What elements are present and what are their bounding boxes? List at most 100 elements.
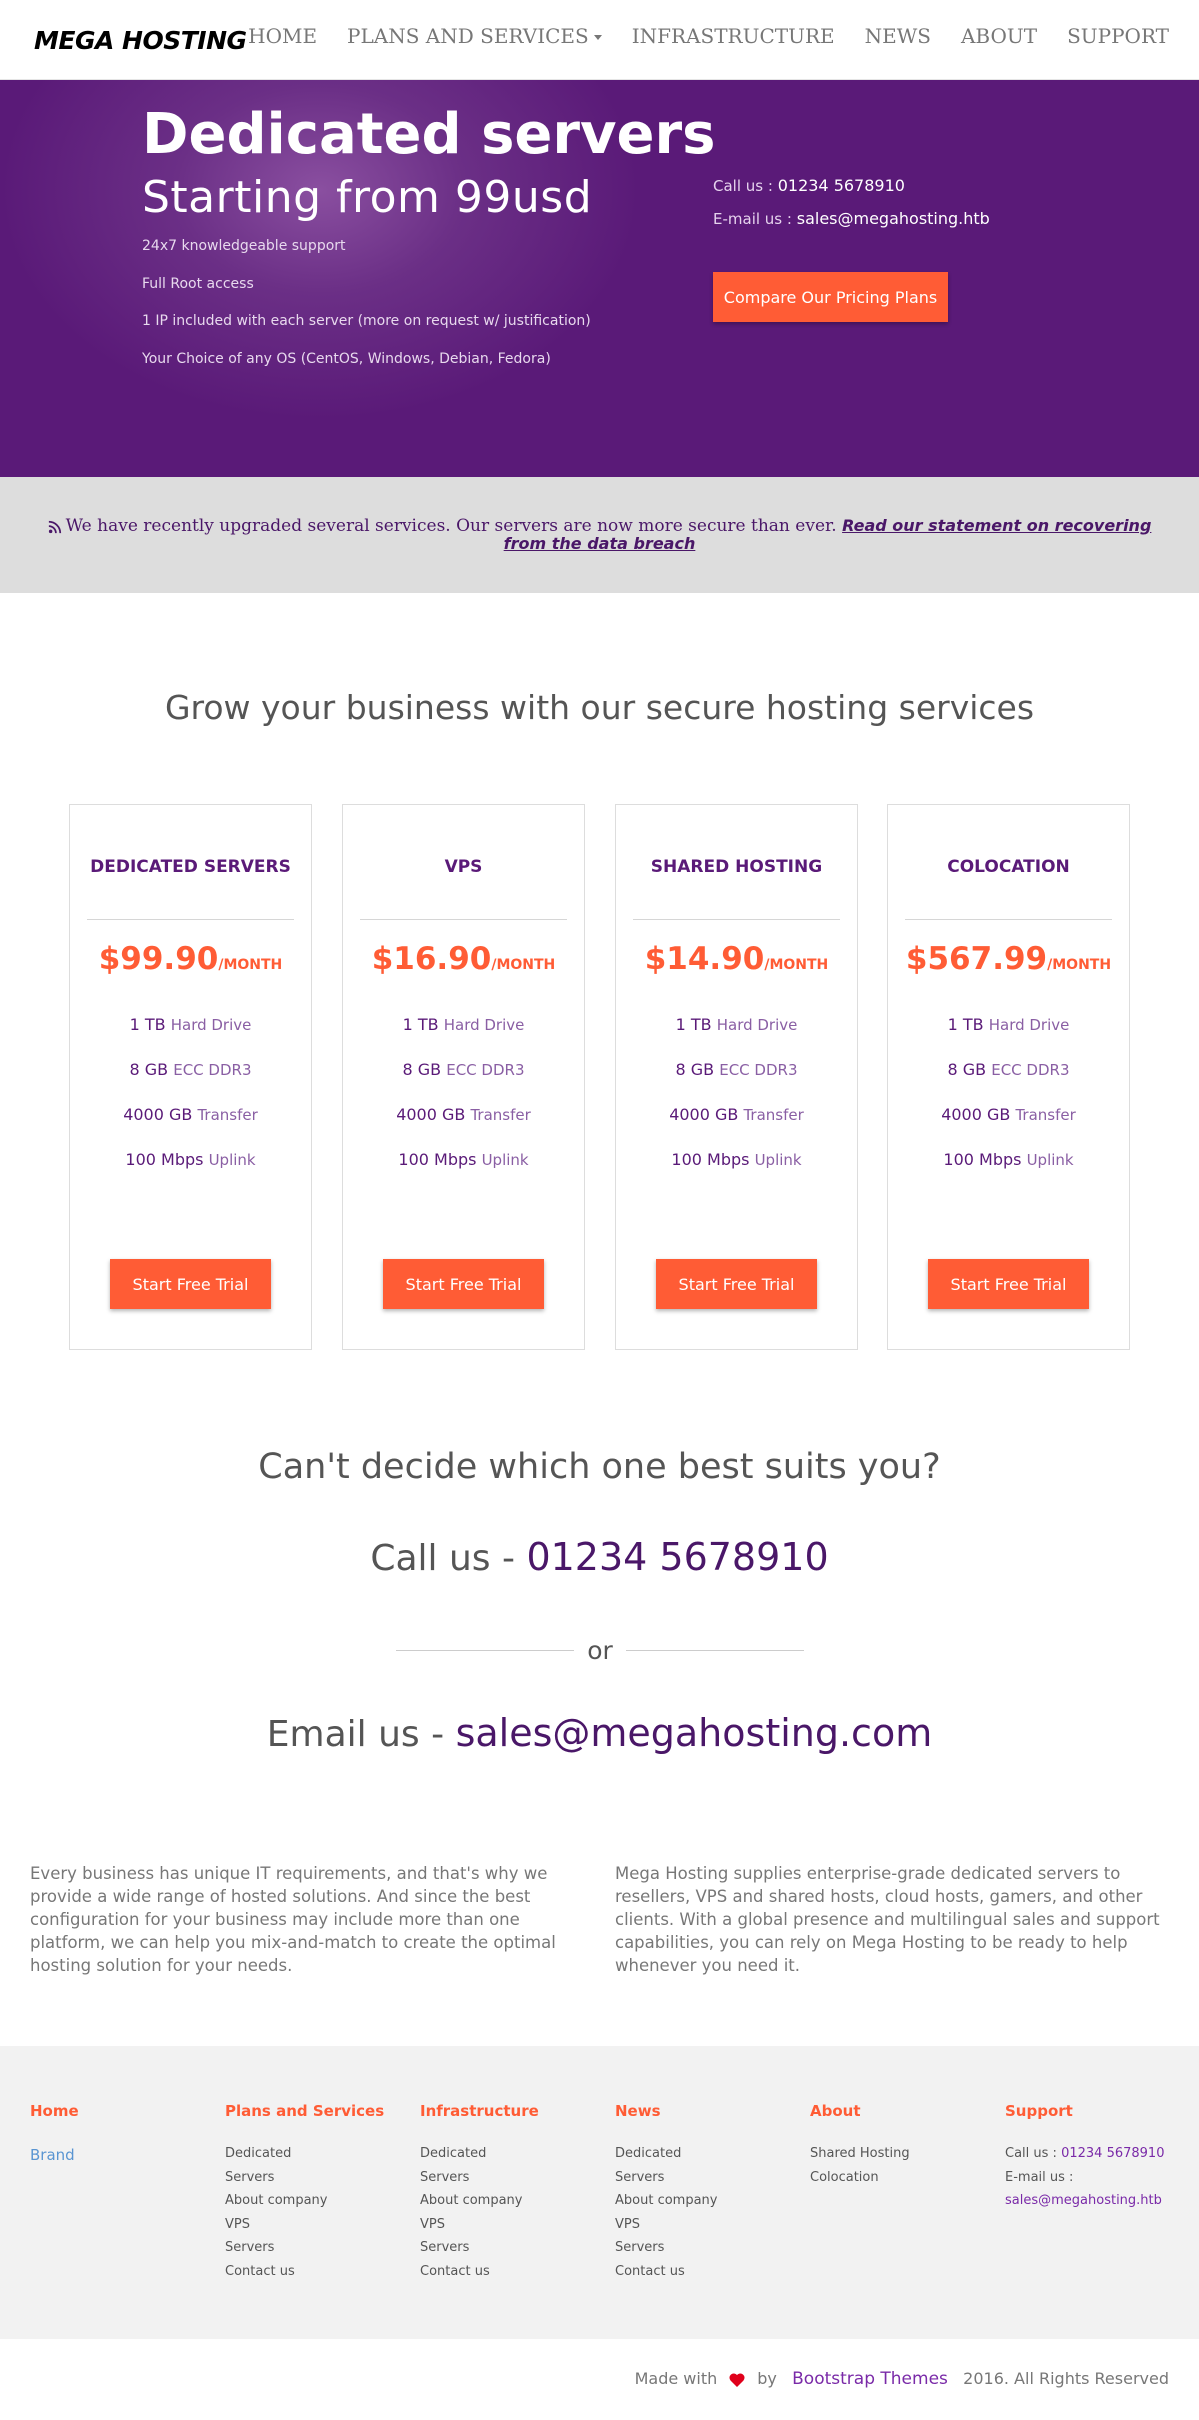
- footer-link[interactable]: About company: [420, 2193, 610, 2217]
- plan-features: 1 TB Hard Drive 8 GB ECC DDR3 4000 GB Tr…: [70, 1015, 311, 1195]
- footer-email-label: E-mail us :: [1005, 2169, 1074, 2185]
- nav-about[interactable]: ABOUT: [961, 24, 1037, 48]
- nav-support[interactable]: SUPPORT: [1067, 24, 1169, 48]
- plan-price: $567.99/MONTH: [888, 941, 1129, 977]
- footer-link[interactable]: Servers: [225, 2170, 415, 2194]
- main-nav: HOME PLANS AND SERVICES INFRASTRUCTURE N…: [218, 24, 1169, 48]
- footer-col-news: News Dedicated Servers About company VPS…: [615, 2102, 805, 2287]
- footer-link[interactable]: Colocation: [810, 2170, 1000, 2194]
- plan-feature: 4000 GB Transfer: [343, 1105, 584, 1150]
- plan-price-period: /MONTH: [491, 957, 556, 973]
- feature-qty: 1 TB: [402, 1015, 439, 1034]
- footer-col-about: About Shared Hosting Colocation: [810, 2102, 1000, 2193]
- footer-link[interactable]: Contact us: [225, 2264, 415, 2288]
- hero-feature: Full Root access: [142, 275, 254, 292]
- plan-price-period: /MONTH: [764, 957, 829, 973]
- footer-link[interactable]: Contact us: [420, 2264, 610, 2288]
- footer-link[interactable]: VPS: [420, 2217, 610, 2241]
- footer-about-title[interactable]: About: [810, 2102, 1000, 2120]
- plan-price: $99.90/MONTH: [70, 941, 311, 977]
- footer-col-infrastructure: Infrastructure Dedicated Servers About c…: [420, 2102, 610, 2287]
- footer-link[interactable]: Servers: [420, 2170, 610, 2194]
- feature-unit: Transfer: [197, 1106, 258, 1124]
- hero-feature: 24x7 knowledgeable support: [142, 238, 346, 254]
- plan-card-vps: VPS $16.90/MONTH 1 TB Hard Drive 8 GB EC…: [342, 804, 585, 1350]
- footer-link[interactable]: VPS: [615, 2217, 805, 2241]
- footer-link[interactable]: Dedicated: [420, 2146, 610, 2170]
- announcement-text: We have recently upgraded several servic…: [28, 517, 1171, 553]
- heart-icon: [729, 2372, 745, 2387]
- cta-email-prefix: Email us -: [266, 1714, 456, 1755]
- nav-plans-and-services[interactable]: PLANS AND SERVICES: [347, 24, 602, 48]
- compare-pricing-button[interactable]: Compare Our Pricing Plans: [713, 272, 948, 322]
- plan-price: $14.90/MONTH: [616, 941, 857, 977]
- start-free-trial-button[interactable]: Start Free Trial: [656, 1259, 817, 1309]
- feature-qty: 1 TB: [947, 1015, 984, 1034]
- hero-features: 24x7 knowledgeable support Full Root acc…: [142, 238, 591, 388]
- footer-support-title[interactable]: Support: [1005, 2102, 1195, 2120]
- plan-card-colocation: COLOCATION $567.99/MONTH 1 TB Hard Drive…: [887, 804, 1130, 1350]
- footer-news-title[interactable]: News: [615, 2102, 805, 2120]
- start-free-trial-button[interactable]: Start Free Trial: [928, 1259, 1089, 1309]
- cta-question: Can't decide which one best suits you?: [258, 1447, 941, 1487]
- plan-divider: [87, 919, 294, 920]
- plan-feature: 1 TB Hard Drive: [70, 1015, 311, 1060]
- footer-email-value[interactable]: sales@megahosting.htb: [1005, 2193, 1195, 2217]
- footer-infra-title[interactable]: Infrastructure: [420, 2102, 610, 2120]
- footer-brand-link[interactable]: Brand: [30, 2146, 220, 2164]
- start-free-trial-button[interactable]: Start Free Trial: [383, 1259, 544, 1309]
- footer-home-title[interactable]: Home: [30, 2102, 220, 2120]
- footer-link[interactable]: Dedicated: [615, 2146, 805, 2170]
- caret-down-icon: [593, 35, 602, 40]
- brand-logo[interactable]: MEGA HOSTING: [34, 26, 247, 55]
- plan-features: 1 TB Hard Drive 8 GB ECC DDR3 4000 GB Tr…: [343, 1015, 584, 1195]
- feature-qty: 8 GB: [402, 1060, 442, 1079]
- plan-feature: 1 TB Hard Drive: [888, 1015, 1129, 1060]
- plan-price-amount: $567.99: [905, 941, 1048, 977]
- footer-link[interactable]: Contact us: [615, 2264, 805, 2288]
- footer-call: Call us : 01234 5678910: [1005, 2146, 1195, 2170]
- nav-news[interactable]: NEWS: [865, 24, 931, 48]
- hero-email-value[interactable]: sales@megahosting.htb: [797, 209, 990, 228]
- start-free-trial-button[interactable]: Start Free Trial: [110, 1259, 271, 1309]
- plan-name: SHARED HOSTING: [650, 857, 823, 877]
- footer-call-value[interactable]: 01234 5678910: [1061, 2146, 1164, 2161]
- feature-qty: 100 Mbps: [943, 1150, 1022, 1169]
- footer-link[interactable]: VPS: [225, 2217, 415, 2241]
- section-title: Grow your business with our secure hosti…: [164, 688, 1035, 727]
- cta-email-address[interactable]: sales@megahosting.com: [456, 1711, 933, 1755]
- plan-feature: 100 Mbps Uplink: [616, 1150, 857, 1195]
- cta-call-number[interactable]: 01234 5678910: [526, 1535, 828, 1579]
- footer-link[interactable]: Dedicated: [225, 2146, 415, 2170]
- plan-name: COLOCATION: [947, 857, 1070, 877]
- footer-col-plans: Plans and Services Dedicated Servers Abo…: [225, 2102, 415, 2287]
- plan-feature: 8 GB ECC DDR3: [616, 1060, 857, 1105]
- footer-link[interactable]: Shared Hosting: [810, 2146, 1000, 2170]
- feature-unit: Hard Drive: [716, 1016, 798, 1034]
- plan-divider: [633, 919, 840, 920]
- footer-link[interactable]: About company: [225, 2193, 415, 2217]
- plan-card-shared-hosting: SHARED HOSTING $14.90/MONTH 1 TB Hard Dr…: [615, 804, 858, 1350]
- cta-call-prefix: Call us -: [370, 1538, 527, 1579]
- feature-qty: 100 Mbps: [671, 1150, 750, 1169]
- feature-qty: 8 GB: [675, 1060, 715, 1079]
- footer-plans-title[interactable]: Plans and Services: [225, 2102, 415, 2120]
- plan-card-dedicated: DEDICATED SERVERS $99.90/MONTH 1 TB Hard…: [69, 804, 312, 1350]
- footer-link[interactable]: Servers: [225, 2240, 415, 2264]
- feature-unit: Hard Drive: [443, 1016, 525, 1034]
- plan-feature: 100 Mbps Uplink: [888, 1150, 1129, 1195]
- plan-price: $16.90/MONTH: [343, 941, 584, 977]
- plan-feature: 4000 GB Transfer: [888, 1105, 1129, 1150]
- footer-link[interactable]: About company: [615, 2193, 805, 2217]
- feature-qty: 4000 GB: [396, 1105, 466, 1124]
- footer-link[interactable]: Servers: [420, 2240, 610, 2264]
- footer-link[interactable]: Servers: [615, 2240, 805, 2264]
- announcement-bar: We have recently upgraded several servic…: [0, 477, 1199, 593]
- bootstrap-themes-link[interactable]: Bootstrap Themes: [792, 2369, 948, 2389]
- plan-feature: 8 GB ECC DDR3: [888, 1060, 1129, 1105]
- about-paragraph-right: Mega Hosting supplies enterprise-grade d…: [615, 1864, 1160, 1975]
- footer-link[interactable]: Servers: [615, 2170, 805, 2194]
- nav-infrastructure[interactable]: INFRASTRUCTURE: [632, 24, 835, 48]
- nav-home[interactable]: HOME: [248, 24, 317, 48]
- hero-contact: Call us : 01234 5678910 E-mail us : sale…: [713, 176, 990, 242]
